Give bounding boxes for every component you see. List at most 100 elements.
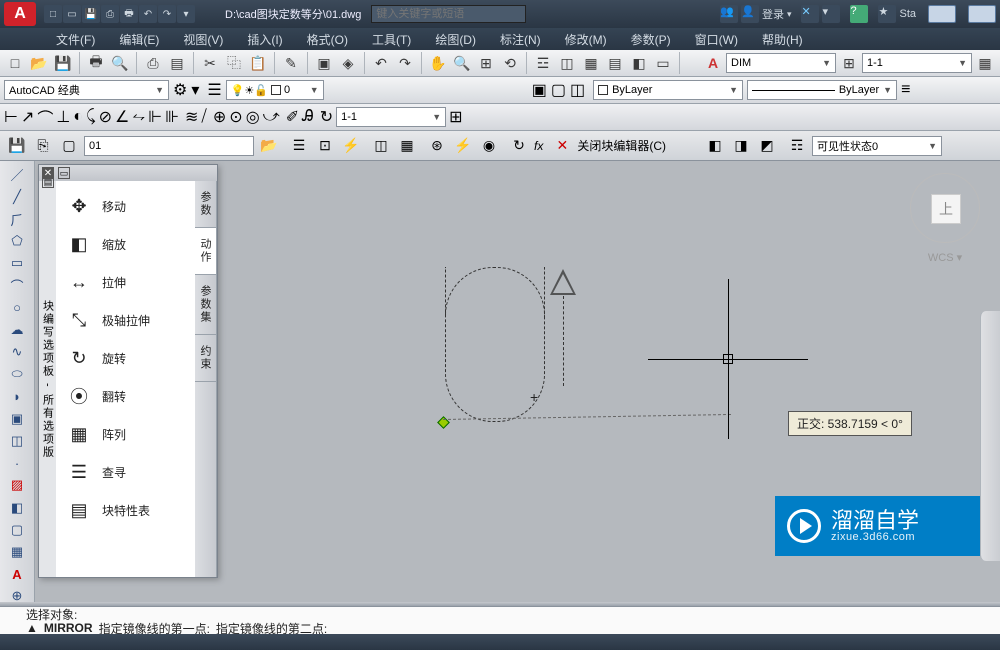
- dim-jogln-icon[interactable]: ⤻: [263, 108, 280, 126]
- calc-icon[interactable]: ▭: [652, 52, 674, 74]
- region-icon[interactable]: ▢: [7, 520, 27, 539]
- dim-arc-icon[interactable]: ⌒: [37, 105, 53, 129]
- pan-icon[interactable]: ✋: [427, 52, 449, 74]
- arc-icon[interactable]: ⌒: [7, 276, 27, 295]
- pline-icon[interactable]: ⺁: [7, 209, 27, 228]
- menu-modify[interactable]: 修改(M): [553, 29, 619, 50]
- dim-center-icon[interactable]: ⊙: [229, 107, 242, 127]
- polygon-icon[interactable]: ⬠: [7, 232, 27, 251]
- dim-cont-icon[interactable]: ⊪: [165, 107, 179, 127]
- qat-redo-icon[interactable]: ↷: [158, 5, 176, 23]
- textstyle-icon[interactable]: A: [702, 52, 724, 74]
- exchange-icon[interactable]: ✕: [801, 5, 819, 23]
- dim-insp-icon[interactable]: ◎: [246, 107, 260, 127]
- be-bolt-icon[interactable]: ⚡: [452, 135, 474, 157]
- tablestyle-icon[interactable]: ▦: [974, 52, 996, 74]
- be-table-icon[interactable]: ▦: [396, 135, 418, 157]
- palette-item-polar[interactable]: ⤡极轴拉伸: [56, 301, 195, 339]
- dimstyle-combo[interactable]: DIM▼: [726, 53, 836, 73]
- star-icon[interactable]: ★: [878, 5, 896, 23]
- markup-icon[interactable]: ◧: [628, 52, 650, 74]
- app-logo[interactable]: A: [4, 2, 36, 26]
- be-open-icon[interactable]: 📂: [258, 135, 280, 157]
- hatch-icon[interactable]: ▨: [7, 476, 27, 495]
- palette-item-flip[interactable]: ⦿翻转: [56, 377, 195, 415]
- viewcube-face[interactable]: 上: [931, 194, 961, 224]
- block-icon[interactable]: ▣: [313, 52, 335, 74]
- menu-edit[interactable]: 编辑(E): [107, 29, 171, 50]
- revcloud-icon[interactable]: ☁: [7, 320, 27, 339]
- zoom-win-icon[interactable]: ⊞: [475, 52, 497, 74]
- dim-base-icon[interactable]: ⊩: [148, 107, 162, 127]
- be-save-icon[interactable]: 💾: [6, 135, 28, 157]
- tpalette-icon[interactable]: ▦: [580, 52, 602, 74]
- palette-item-rotate[interactable]: ↻旋转: [56, 339, 195, 377]
- cut-icon[interactable]: ✂: [199, 52, 221, 74]
- dim-dia-icon[interactable]: ⊘: [99, 107, 112, 127]
- menu-draw[interactable]: 绘图(D): [423, 29, 488, 50]
- lineweight-icon[interactable]: ≡: [901, 81, 910, 99]
- palette-tab-constr[interactable]: 约束: [195, 335, 216, 382]
- qat-plot-icon[interactable]: 🖶: [120, 5, 138, 23]
- ws-gear-icon[interactable]: ⚙: [173, 80, 187, 100]
- help-icon[interactable]: ?: [850, 5, 868, 23]
- menu-view[interactable]: 视图(V): [171, 29, 235, 50]
- props-icon[interactable]: ☲: [532, 52, 554, 74]
- copy-icon[interactable]: ⿻: [223, 52, 245, 74]
- dimstyle-manage-icon[interactable]: ⊞: [838, 52, 860, 74]
- edit-block-icon[interactable]: ◫: [570, 80, 585, 100]
- match-icon[interactable]: ✎: [280, 52, 302, 74]
- menu-dim[interactable]: 标注(N): [488, 29, 553, 50]
- palette-tab-action[interactable]: 动作: [195, 228, 216, 275]
- palette-item-lookup[interactable]: ☰查寻: [56, 453, 195, 491]
- dim-edit-icon[interactable]: ✐: [286, 107, 299, 127]
- be-saveas-icon[interactable]: ⎘: [32, 135, 54, 157]
- minimize-button[interactable]: [928, 5, 956, 23]
- layer-manage-icon[interactable]: ☰: [207, 80, 221, 100]
- dim-tol-icon[interactable]: ⊕: [213, 107, 226, 127]
- be-v4-icon[interactable]: ☶: [786, 135, 808, 157]
- linetype-combo[interactable]: ByLayer▼: [747, 80, 897, 100]
- point-icon[interactable]: ·: [7, 454, 27, 473]
- be-auth-icon[interactable]: ☰: [288, 135, 310, 157]
- qat-save-icon[interactable]: 💾: [82, 5, 100, 23]
- palette-header[interactable]: ✕ ▭ ▤: [39, 165, 217, 181]
- ws-dd-icon[interactable]: ▾: [191, 80, 199, 100]
- create-block-icon[interactable]: ▢: [551, 80, 566, 100]
- gradient-icon[interactable]: ◧: [7, 498, 27, 517]
- undo-icon[interactable]: ↶: [370, 52, 392, 74]
- dim-radius-icon[interactable]: ◐: [73, 108, 83, 126]
- visibility-combo[interactable]: 可见性状态0▼: [812, 136, 942, 156]
- menu-param[interactable]: 参数(P): [619, 29, 683, 50]
- be-v3-icon[interactable]: ◩: [756, 135, 778, 157]
- be-attr-icon[interactable]: ◫: [370, 135, 392, 157]
- dim-space-icon[interactable]: ≋: [185, 107, 198, 127]
- palette-item-move[interactable]: ✥移动: [56, 187, 195, 225]
- xline-icon[interactable]: ╱: [7, 187, 27, 206]
- be-v2-icon[interactable]: ◨: [730, 135, 752, 157]
- wcs-label[interactable]: WCS ▾: [906, 251, 984, 264]
- block-name-input[interactable]: [84, 136, 254, 156]
- qat-open-icon[interactable]: ▭: [63, 5, 81, 23]
- dim-break-icon[interactable]: ⧸: [201, 108, 206, 126]
- qat-new-icon[interactable]: □: [44, 5, 62, 23]
- menu-insert[interactable]: 插入(I): [235, 29, 294, 50]
- dimscale-combo[interactable]: 1-1▼: [862, 53, 972, 73]
- publish-icon[interactable]: ⎙: [142, 52, 164, 74]
- dim-linear-icon[interactable]: ⊢: [4, 107, 18, 127]
- dim-style-icon[interactable]: ⊞: [449, 107, 462, 127]
- close-block-editor-label[interactable]: 关闭块编辑器(C): [577, 137, 666, 154]
- table-icon[interactable]: ▦: [7, 542, 27, 561]
- ellipsearc-icon[interactable]: ◗: [7, 387, 27, 406]
- plot-icon[interactable]: 🖶: [85, 52, 107, 74]
- be-constr-icon[interactable]: ⊛: [426, 135, 448, 157]
- insert-block-icon[interactable]: ▣: [532, 80, 547, 100]
- layer-combo[interactable]: 💡 ☀ 🔓 0 ▼: [226, 80, 324, 100]
- preview-icon[interactable]: 🔍: [109, 52, 131, 74]
- be-update-icon[interactable]: ↻: [508, 135, 530, 157]
- palette-item-array[interactable]: ▦阵列: [56, 415, 195, 453]
- clean-icon[interactable]: ◈: [337, 52, 359, 74]
- ellipse-icon[interactable]: ⬭: [7, 365, 27, 384]
- dim-tedit-icon[interactable]: Ꭿ: [302, 108, 314, 126]
- dim-aligned-icon[interactable]: ↗: [21, 107, 34, 127]
